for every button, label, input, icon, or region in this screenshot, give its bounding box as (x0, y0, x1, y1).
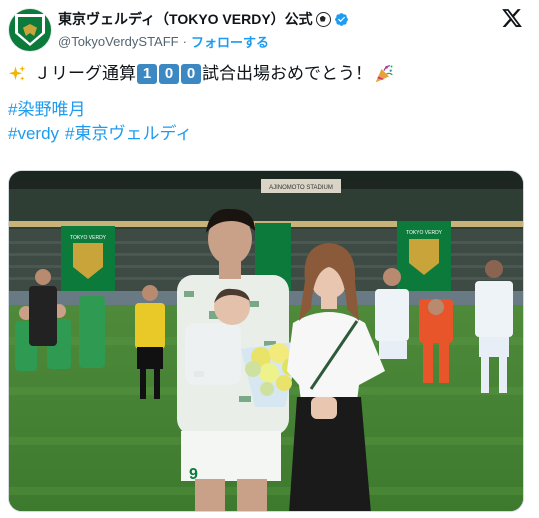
verified-badge-icon (334, 12, 348, 26)
hashtag-tokyo-verdy-link[interactable]: #東京ヴェルディ (65, 122, 192, 146)
tweet-line-2: #染野唯月 (8, 98, 528, 122)
account-avatar[interactable] (8, 8, 52, 52)
svg-text:TOKYO VERDY: TOKYO VERDY (70, 235, 107, 241)
tweet-text: Ｊリーグ通算 1 0 0 試合出場おめでとう！ #染野唯月 #verdy #東京… (8, 62, 528, 146)
hashtag-verdy-link[interactable]: #verdy (8, 122, 59, 146)
tweet-line-1: Ｊリーグ通算 1 0 0 試合出場おめでとう！ (8, 62, 528, 86)
account-name-row: 東京ヴェルディ（TOKYO VERDY）公式 (58, 9, 349, 29)
soccer-ball-icon (315, 11, 331, 27)
account-handle[interactable]: @TokyoVerdySTAFF (58, 34, 179, 49)
stadium-sign-text: AJINOMOTO STADIUM (269, 185, 333, 191)
sparkles-icon (8, 65, 26, 81)
party-popper-icon (375, 65, 393, 83)
tweet-line-3: #verdy #東京ヴェルディ (8, 122, 528, 146)
separator-dot: · (182, 34, 187, 49)
milestone-prefix: Ｊリーグ通算 (34, 64, 136, 83)
tweet-header: 東京ヴェルディ（TOKYO VERDY）公式 @TokyoVerdySTAFF … (0, 0, 539, 60)
account-display-name[interactable]: 東京ヴェルディ（TOKYO VERDY）公式 (58, 9, 313, 29)
account-handle-row: @TokyoVerdySTAFF · フォローする (58, 32, 269, 51)
hashtag-player-link[interactable]: #染野唯月 (8, 98, 85, 122)
tweet-photo[interactable]: AJINOMOTO STADIUM TOKYO VERDY TOKYO VERD… (8, 170, 524, 512)
x-logo-icon[interactable] (501, 7, 523, 29)
celebration-photo: AJINOMOTO STADIUM TOKYO VERDY TOKYO VERD… (9, 171, 523, 511)
follow-button[interactable]: フォローする (191, 32, 269, 51)
digit-box-2: 0 (159, 64, 179, 84)
tokyo-verdy-crest-icon (15, 14, 45, 46)
svg-text:TOKYO VERDY: TOKYO VERDY (406, 230, 443, 236)
milestone-suffix: 試合出場おめでとう！ (202, 64, 372, 83)
digit-box-3: 0 (181, 64, 201, 84)
digit-box-1: 1 (137, 64, 157, 84)
